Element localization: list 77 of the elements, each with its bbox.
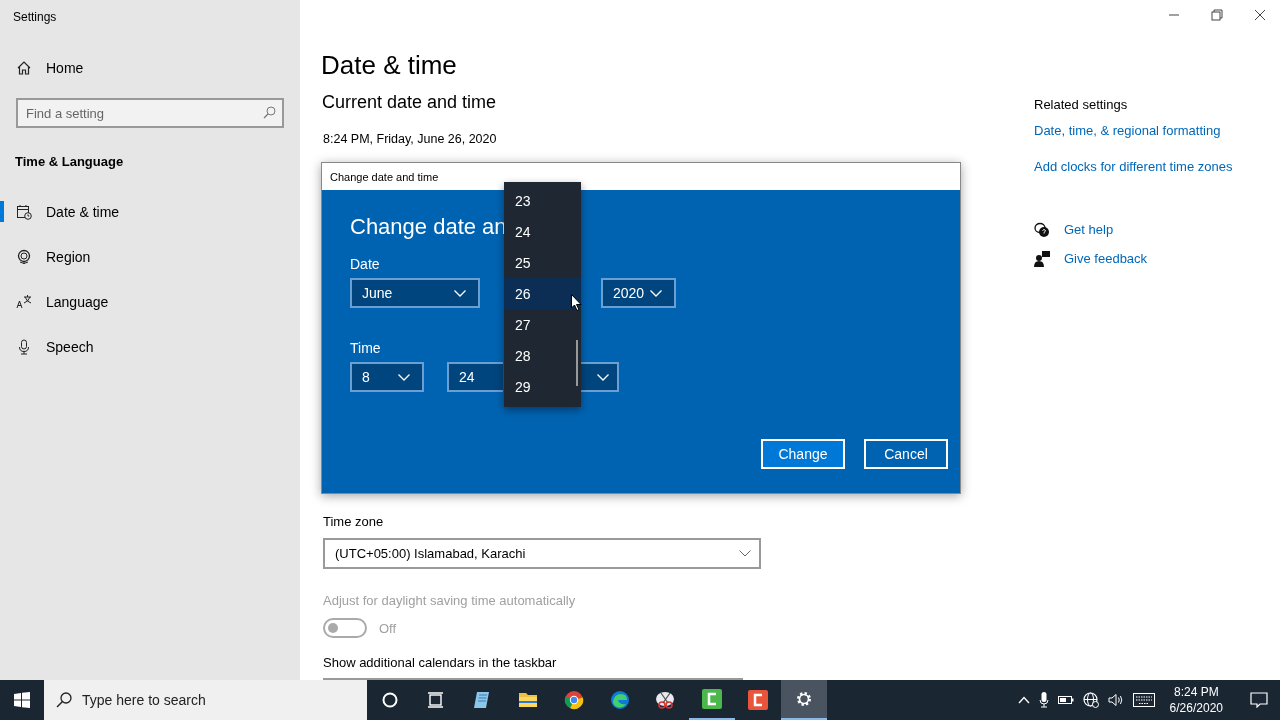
calendar-icon: [16, 203, 32, 220]
day-option[interactable]: 24: [504, 216, 581, 247]
chrome-icon: [564, 690, 584, 710]
dropdown[interactable]: [580, 362, 619, 392]
month-dropdown[interactable]: June: [350, 278, 480, 308]
dialog-title: Change date and time: [322, 163, 960, 190]
taskbar-search-field[interactable]: Type here to search: [44, 680, 367, 720]
task-view-icon: [427, 692, 445, 708]
globe-icon[interactable]: [1082, 692, 1099, 708]
page-title: Date & time: [321, 50, 458, 82]
dialog-button[interactable]: Change: [761, 439, 845, 469]
time-zone-label: Time zone: [322, 514, 385, 531]
settings-icon: [795, 690, 813, 708]
day-option[interactable]: 27: [504, 309, 581, 340]
app-icon: [702, 689, 722, 709]
chevron-up-icon[interactable]: [1017, 696, 1030, 704]
app-icon: [748, 690, 768, 710]
help-icon: [1034, 221, 1050, 238]
sidebar-item[interactable]: Language: [0, 279, 300, 324]
taskbar-clock[interactable]: 8:24 PM 6/26/2020: [1169, 684, 1223, 716]
mouse-cursor-icon: [571, 294, 582, 311]
sidebar-item[interactable]: Speech: [0, 324, 300, 369]
home-icon: [16, 60, 32, 76]
chevron-icon: [398, 373, 410, 381]
support-link[interactable]: Get help: [1034, 215, 1233, 244]
microphone-icon: [16, 338, 32, 355]
time-zone-dropdown[interactable]: (UTC+05:00) Islamabad, Karachi: [323, 538, 761, 569]
day-option[interactable]: 26: [504, 278, 581, 309]
chevron-icon: [650, 289, 662, 297]
related-link[interactable]: Date, time, & regional formatting: [1034, 123, 1233, 159]
close-icon[interactable]: [1254, 9, 1266, 21]
circle-icon: [382, 692, 398, 708]
scrollbar[interactable]: [576, 340, 578, 386]
support-link[interactable]: Give feedback: [1034, 244, 1233, 273]
folder-icon: [518, 691, 538, 709]
language-icon: [16, 293, 32, 310]
chevron-icon: [454, 289, 466, 297]
start-icon[interactable]: [14, 692, 30, 708]
section-heading: Time & Language: [14, 153, 125, 171]
chevron-icon: [739, 550, 751, 557]
dialog-button[interactable]: Cancel: [864, 439, 948, 469]
date-label: Date: [350, 256, 380, 274]
taskbar-app[interactable]: [781, 680, 827, 720]
current-date-time: 8:24 PM, Friday, June 26, 2020: [322, 132, 498, 146]
clock-date: 6/26/2020: [1169, 700, 1223, 716]
day-option[interactable]: 25: [504, 247, 581, 278]
toggle-state: Off: [379, 620, 397, 636]
globe-icon: [16, 248, 32, 265]
restore-icon[interactable]: [1211, 9, 1223, 21]
day-option[interactable]: 28: [504, 340, 581, 371]
year-dropdown[interactable]: 2020: [601, 278, 676, 308]
day-option[interactable]: 29: [504, 371, 581, 402]
section-title: Current date and time: [321, 92, 498, 114]
microphone-icon[interactable]: [1038, 692, 1049, 708]
chevron-icon: [597, 373, 609, 381]
minute-dropdown[interactable]: 24: [447, 362, 503, 392]
calendars-label: Show additional calendars in the taskbar: [322, 655, 558, 671]
sidebar-item[interactable]: Region: [0, 234, 300, 279]
related-title: Related settings: [1034, 97, 1129, 114]
keyboard-icon[interactable]: [1132, 693, 1155, 707]
time-label: Time: [350, 340, 381, 358]
hour-dropdown[interactable]: 8: [350, 362, 424, 392]
feedback-icon: [1034, 250, 1050, 267]
notepad-icon: [472, 690, 492, 710]
daylight-label: Adjust for daylight saving time automatically: [322, 593, 577, 610]
notification-icon[interactable]: [1250, 692, 1268, 708]
search-icon: [263, 106, 276, 119]
home-link[interactable]: Home: [0, 50, 300, 86]
battery-icon[interactable]: [1057, 695, 1074, 705]
clock-time: 8:24 PM: [1173, 684, 1219, 700]
window-title: Settings: [12, 9, 58, 26]
sidebar-item[interactable]: Date & time: [0, 189, 300, 234]
scissors-icon: [655, 690, 677, 710]
related-link[interactable]: Add clocks for different time zones: [1034, 159, 1233, 195]
speaker-icon[interactable]: [1107, 693, 1124, 707]
edge-icon: [610, 690, 630, 710]
search-field[interactable]: Find a setting: [16, 98, 284, 128]
